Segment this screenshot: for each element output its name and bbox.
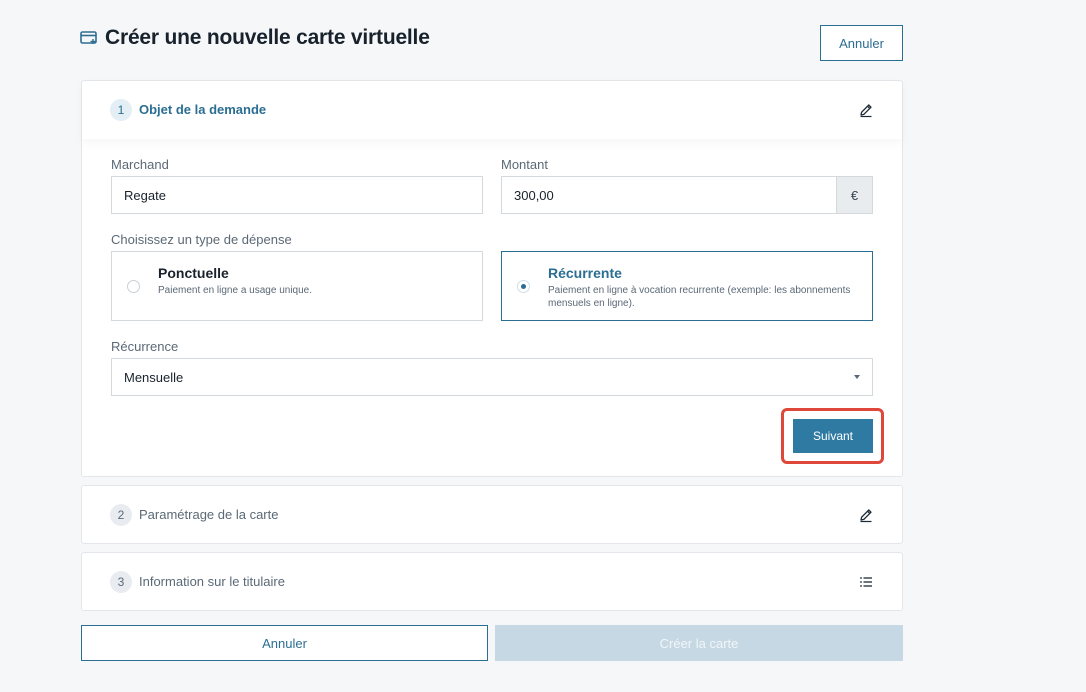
merchant-label: Marchand xyxy=(111,157,169,172)
step-number: 2 xyxy=(110,504,132,526)
merchant-value: Regate xyxy=(124,187,166,203)
step-panel-2[interactable]: 2 Paramétrage de la carte xyxy=(81,485,903,544)
expense-type-label: Choisissez un type de dépense xyxy=(111,232,292,247)
create-card-button[interactable]: Créer la carte xyxy=(495,625,903,661)
step-header-1[interactable]: 1 Objet de la demande xyxy=(82,81,902,139)
option-ponctuelle[interactable]: Ponctuelle Paiement en ligne a usage uni… xyxy=(111,251,483,321)
step-number: 3 xyxy=(110,571,132,593)
step-panel-1: 1 Objet de la demande Marchand Regate Mo… xyxy=(81,80,903,477)
option-title: Récurrente xyxy=(548,265,622,281)
page-header: Créer une nouvelle carte virtuelle Annul… xyxy=(80,24,903,62)
option-description: Paiement en ligne a usage unique. xyxy=(158,285,313,296)
step-panel-3[interactable]: 3 Information sur le titulaire xyxy=(81,552,903,611)
next-button[interactable]: Suivant xyxy=(793,419,873,453)
merchant-input[interactable]: Regate xyxy=(111,176,483,214)
edit-pencil-icon[interactable] xyxy=(858,507,874,523)
radio-ponctuelle[interactable] xyxy=(127,280,140,293)
step-number: 1 xyxy=(110,99,132,121)
option-description: Paiement en ligne à vocation recurrente … xyxy=(548,285,851,309)
step-title: Paramétrage de la carte xyxy=(139,507,279,522)
recurrence-label: Récurrence xyxy=(111,339,179,354)
step-header-3[interactable]: 3 Information sur le titulaire xyxy=(82,553,902,611)
recurrence-value: Mensuelle xyxy=(124,369,184,385)
amount-input[interactable]: 300,00 € xyxy=(501,176,873,214)
page-title: Créer une nouvelle carte virtuelle xyxy=(105,26,430,49)
cancel-button-bottom[interactable]: Annuler xyxy=(81,625,488,661)
currency-suffix: € xyxy=(836,177,872,213)
caret-down-icon xyxy=(854,375,860,379)
credit-card-add-icon xyxy=(80,31,97,44)
option-recurrente[interactable]: Récurrente Paiement en ligne à vocation … xyxy=(501,251,873,321)
recurrence-select[interactable]: Mensuelle xyxy=(111,358,873,396)
radio-recurrente[interactable] xyxy=(517,280,530,293)
step-title: Objet de la demande xyxy=(139,102,267,117)
list-icon[interactable] xyxy=(858,574,874,590)
option-title: Ponctuelle xyxy=(158,265,229,281)
edit-pencil-icon[interactable] xyxy=(858,102,874,118)
step-title: Information sur le titulaire xyxy=(139,574,285,589)
amount-label: Montant xyxy=(501,157,548,172)
step-header-2[interactable]: 2 Paramétrage de la carte xyxy=(82,486,902,544)
cancel-button-top[interactable]: Annuler xyxy=(820,25,903,61)
amount-value: 300,00 xyxy=(514,187,554,203)
